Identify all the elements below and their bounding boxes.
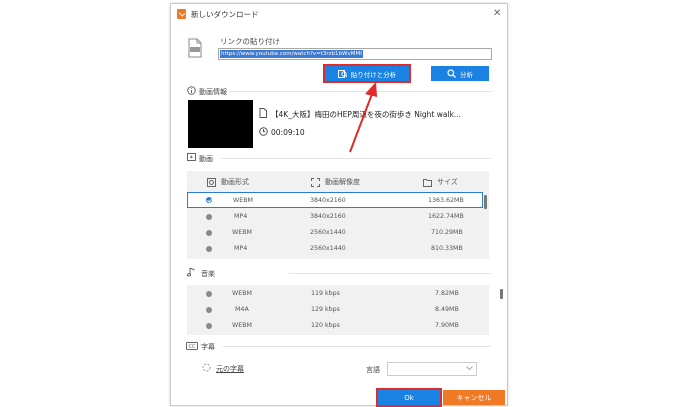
row-format: WEBM: [232, 322, 252, 329]
size-icon: [423, 178, 432, 187]
row-bitrate: 129 kbps: [311, 306, 340, 313]
format-icon: [207, 177, 216, 187]
row-size: 7.90MB: [435, 322, 459, 329]
header-format: 動画形式: [221, 178, 249, 186]
music-note-icon: [187, 267, 195, 277]
row-size: 7.82MB: [435, 290, 459, 297]
annotation-arrow: [349, 82, 377, 153]
url-input[interactable]: https://www.youtube.com/watch?v=t3rzb1bW…: [218, 48, 492, 60]
subtitle-section-label: 字幕: [201, 343, 215, 351]
clock-icon: [259, 127, 268, 136]
svg-text:CC: CC: [189, 344, 196, 350]
divider: [221, 158, 491, 159]
video-row[interactable]: MP4 2560x1440 810.33MB: [187, 241, 483, 257]
audio-row[interactable]: WEBM 119 kbps 7.82MB: [187, 286, 483, 302]
row-size: 810.33MB: [431, 245, 463, 252]
video-row[interactable]: MP4 3840x2160 1622.74MB: [187, 209, 483, 225]
audio-row[interactable]: M4A 129 kbps 8.49MB: [187, 302, 483, 318]
analyze-button-label: 分析: [460, 70, 473, 79]
video-info-section-label: 動画情報: [199, 88, 227, 96]
header-resolution: 動画解像度: [325, 178, 360, 186]
url-value: https://www.youtube.com/watch?v=t3rzb1bW…: [220, 50, 363, 58]
selected-check-icon: [206, 197, 212, 203]
close-icon[interactable]: ✕: [493, 8, 501, 19]
video-thumbnail: [188, 100, 253, 148]
audio-row[interactable]: WEBM 120 kbps 7.90MB: [187, 318, 483, 334]
row-format: WEBM: [232, 229, 252, 236]
video-icon: [187, 153, 196, 161]
paste-icon: [337, 70, 347, 78]
row-resolution: 3840x2160: [310, 213, 346, 220]
audio-format-list: WEBM 119 kbps 7.82MB M4A 129 kbps 8.49MB…: [187, 285, 503, 335]
row-resolution: 2560x1440: [310, 245, 346, 252]
row-size: 1363.62MB: [428, 197, 464, 204]
row-format: WEBM: [232, 290, 252, 297]
cc-icon: CC: [186, 342, 198, 350]
header-size: サイズ: [437, 178, 458, 186]
link-label: リンクの貼り付け: [220, 37, 280, 46]
row-size: 8.49MB: [435, 306, 459, 313]
info-icon: [187, 86, 196, 95]
video-list-scrollbar[interactable]: [484, 195, 487, 209]
radio-icon: [206, 307, 212, 313]
video-row[interactable]: WEBM 2560x1440 710.29MB: [187, 225, 483, 241]
row-resolution: 2560x1440: [310, 229, 346, 236]
document-icon: [259, 108, 267, 118]
search-icon: [447, 69, 456, 78]
video-format-list: WEBM 3840x2160 1363.62MB MP4 3840x2160 1…: [187, 191, 489, 259]
radio-icon: [206, 230, 212, 236]
row-bitrate: 119 kbps: [311, 290, 340, 297]
row-format: M4A: [235, 306, 249, 313]
radio-icon: [206, 214, 212, 220]
video-duration: 00:09:10: [271, 128, 305, 137]
row-format: WEBM: [233, 197, 253, 204]
title-bar: 新しいダウンロード ✕: [171, 4, 507, 24]
radio-icon: [206, 323, 212, 329]
video-section-label: 動画: [199, 155, 213, 163]
divider: [289, 273, 491, 274]
row-bitrate: 120 kbps: [311, 322, 340, 329]
audio-section-label: 音楽: [201, 270, 215, 278]
radio-icon: [206, 291, 212, 297]
row-size: 710.29MB: [431, 229, 463, 236]
analyze-button[interactable]: 分析: [431, 66, 489, 81]
window-title: 新しいダウンロード: [191, 10, 259, 19]
ok-button[interactable]: Ok: [376, 388, 442, 407]
original-subtitle-option[interactable]: 元の字幕: [216, 364, 244, 374]
paste-button-label: 貼り付けと分析: [350, 70, 397, 79]
radio-icon: [206, 246, 212, 252]
app-download-icon: [177, 9, 186, 19]
row-resolution: 3840x2160: [310, 197, 346, 204]
resolution-icon: [311, 177, 320, 187]
paste-and-analyze-button[interactable]: 貼り付けと分析: [323, 64, 411, 83]
url-file-icon: [188, 38, 202, 58]
language-select[interactable]: [387, 362, 477, 376]
video-row[interactable]: WEBM 3840x2160 1363.62MB: [187, 192, 483, 208]
cancel-button[interactable]: キャンセル: [443, 390, 505, 405]
loading-spinner-icon: [202, 363, 211, 372]
divider: [223, 346, 491, 347]
row-size: 1622.74MB: [428, 213, 464, 220]
language-label: 言語: [366, 366, 380, 374]
audio-list-scrollbar[interactable]: [500, 289, 503, 299]
download-dialog: 新しいダウンロード ✕ リンクの貼り付け https://www.youtube…: [170, 3, 508, 407]
row-format: MP4: [234, 213, 248, 220]
chevron-down-icon: [466, 366, 473, 371]
video-table-header: 動画形式 動画解像度 サイズ: [187, 171, 489, 191]
row-format: MP4: [234, 245, 248, 252]
